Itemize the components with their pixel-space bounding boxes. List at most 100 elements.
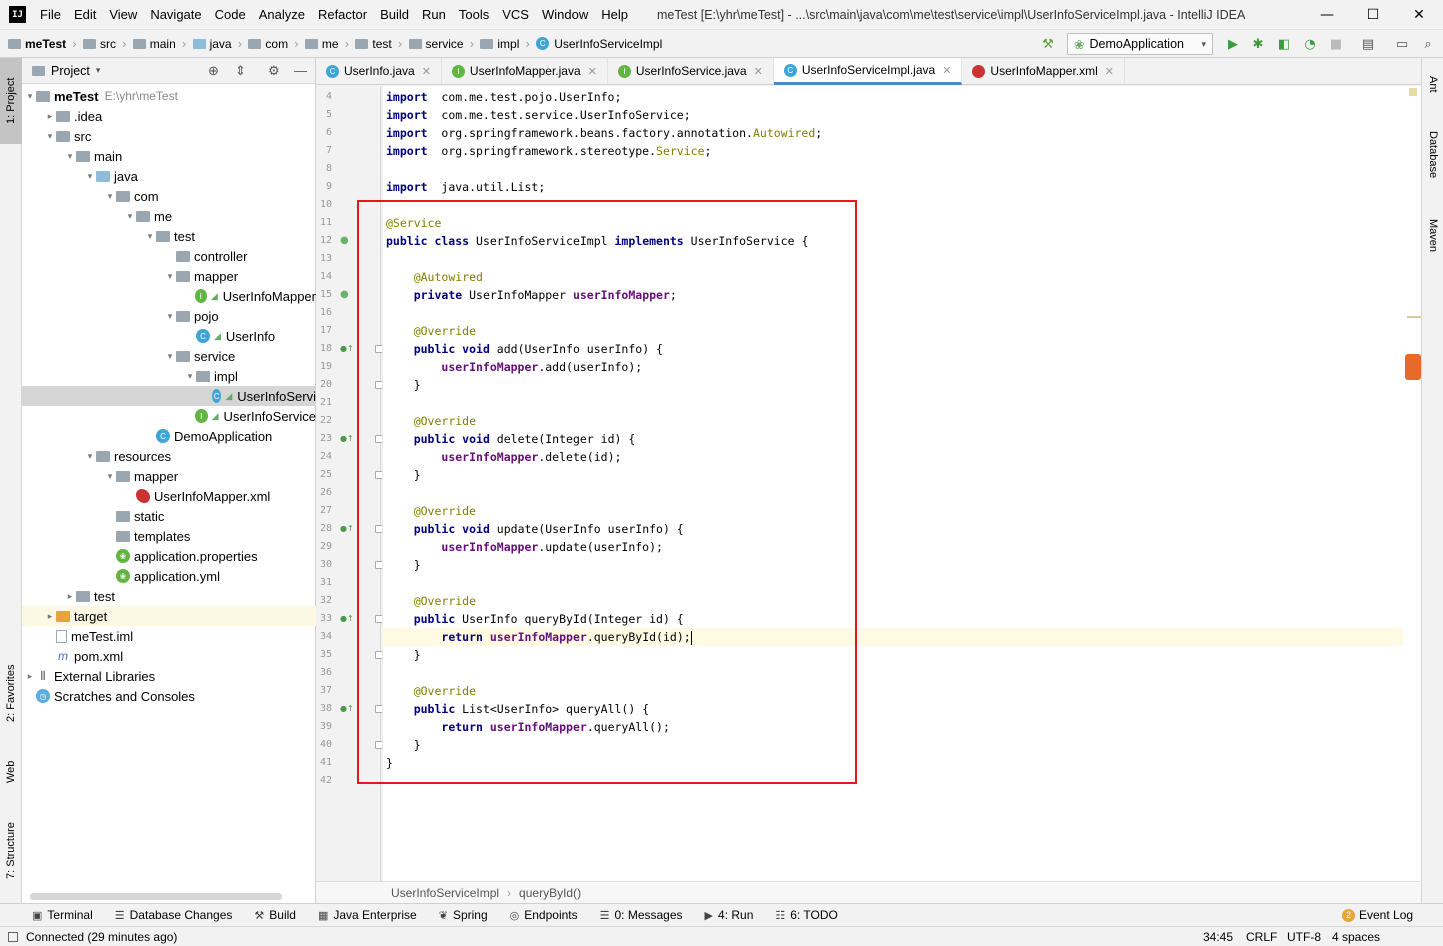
tree-item[interactable]: ▸ .idea bbox=[22, 106, 316, 126]
tool-window-6-todo[interactable]: ☷ 6: TODO bbox=[775, 908, 837, 922]
tree-item[interactable]: ▾ test bbox=[22, 226, 316, 246]
project-tool-tab[interactable]: 1: Project bbox=[0, 58, 22, 144]
editor-tab[interactable]: C UserInfo.java ✕ bbox=[316, 58, 442, 84]
expand-arrow-icon[interactable]: ▾ bbox=[164, 271, 176, 282]
tool-window-java-enterprise[interactable]: ▦ Java Enterprise bbox=[318, 908, 417, 922]
indent-setting[interactable]: 4 spaces bbox=[1332, 930, 1380, 944]
run-with-coverage-icon[interactable]: ◧ bbox=[1276, 36, 1292, 52]
menu-view[interactable]: View bbox=[109, 7, 137, 22]
tree-item[interactable]: ▾ me bbox=[22, 206, 316, 226]
build-hammer-icon[interactable]: ⚒ bbox=[1040, 36, 1056, 52]
tree-item[interactable]: static bbox=[22, 506, 316, 526]
intellij-app-icon[interactable]: IJ bbox=[9, 6, 26, 23]
tree-item[interactable]: ▾ mapper bbox=[22, 266, 316, 286]
status-toggle-icon[interactable] bbox=[8, 931, 18, 942]
tree-item[interactable]: ▾ src bbox=[22, 126, 316, 146]
breadcrumb-java[interactable]: java bbox=[192, 37, 232, 51]
menu-window[interactable]: Window bbox=[542, 7, 588, 22]
expand-arrow-icon[interactable]: ▾ bbox=[84, 451, 96, 462]
tree-item[interactable]: C ◢ UserInfoServi bbox=[22, 386, 316, 406]
menu-tools[interactable]: Tools bbox=[459, 7, 489, 22]
maximize-button[interactable]: ☐ bbox=[1350, 0, 1396, 29]
menu-run[interactable]: Run bbox=[422, 7, 446, 22]
collapse-arrow-icon[interactable]: ▸ bbox=[44, 111, 56, 122]
project-panel-title[interactable]: Project bbox=[51, 64, 90, 78]
menu-vcs[interactable]: VCS bbox=[502, 7, 529, 22]
chevron-down-icon[interactable]: ▾ bbox=[96, 65, 101, 76]
search-everywhere-icon[interactable]: ⌕ bbox=[1420, 36, 1436, 52]
hide-panel-icon[interactable]: — bbox=[294, 63, 307, 78]
tool-window-build[interactable]: ⚒ Build bbox=[254, 908, 296, 922]
implements-method-icon[interactable]: ●↑ bbox=[340, 340, 354, 358]
close-button[interactable]: ✕ bbox=[1396, 0, 1442, 29]
collapse-arrow-icon[interactable]: ▸ bbox=[64, 591, 76, 602]
tree-item[interactable]: ▸ ⫴ External Libraries bbox=[22, 666, 316, 686]
expand-arrow-icon[interactable]: ▾ bbox=[44, 131, 56, 142]
expand-arrow-icon[interactable]: ▾ bbox=[104, 471, 116, 482]
close-tab-icon[interactable]: ✕ bbox=[588, 65, 597, 78]
collapse-all-icon[interactable]: ⇕ bbox=[235, 63, 246, 79]
tree-item[interactable]: templates bbox=[22, 526, 316, 546]
menu-code[interactable]: Code bbox=[215, 7, 246, 22]
breadcrumb-com[interactable]: com bbox=[248, 37, 288, 51]
horizontal-scrollbar[interactable] bbox=[30, 893, 282, 900]
menu-build[interactable]: Build bbox=[380, 7, 409, 22]
tree-item[interactable]: I ◢ UserInfoService bbox=[22, 406, 316, 426]
breadcrumb-userinfoserviceimpl[interactable]: C UserInfoServiceImpl bbox=[536, 37, 662, 51]
implements-method-icon[interactable]: ●↑ bbox=[340, 700, 354, 718]
favorites-tool-tab[interactable]: 2: Favorites bbox=[0, 650, 22, 736]
tool-window-0-messages[interactable]: ☰ 0: Messages bbox=[600, 908, 683, 922]
tree-item[interactable]: ◷ Scratches and Consoles bbox=[22, 686, 316, 706]
breadcrumb-main[interactable]: main bbox=[132, 37, 176, 51]
expand-arrow-icon[interactable]: ▾ bbox=[104, 191, 116, 202]
expand-arrow-icon[interactable]: ▾ bbox=[24, 91, 36, 102]
tree-item[interactable]: ▾ main bbox=[22, 146, 316, 166]
tree-item[interactable]: I ◢ UserInfoMapper bbox=[22, 286, 316, 306]
project-structure-icon[interactable]: ▤ bbox=[1360, 36, 1376, 52]
expand-arrow-icon[interactable]: ▾ bbox=[164, 311, 176, 322]
tree-item[interactable]: ❀ application.yml bbox=[22, 566, 316, 586]
expand-arrow-icon[interactable]: ▾ bbox=[84, 171, 96, 182]
tree-item[interactable]: meTest.iml bbox=[22, 626, 316, 646]
breadcrumb-metest[interactable]: meTest bbox=[8, 37, 66, 51]
implements-method-icon[interactable]: ●↑ bbox=[340, 430, 354, 448]
locate-icon[interactable]: ⊕ bbox=[208, 63, 219, 79]
tree-item[interactable]: C DemoApplication bbox=[22, 426, 316, 446]
tree-item[interactable]: ▾ service bbox=[22, 346, 316, 366]
implements-method-icon[interactable]: ●↑ bbox=[340, 520, 354, 538]
web-tool-tab[interactable]: Web bbox=[0, 748, 22, 796]
close-tab-icon[interactable]: ✕ bbox=[754, 65, 763, 78]
breadcrumb-impl[interactable]: impl bbox=[480, 37, 519, 51]
tree-item[interactable]: ▾ java bbox=[22, 166, 316, 186]
tree-item[interactable]: C ◢ UserInfo bbox=[22, 326, 316, 346]
tree-item[interactable]: ▸ test bbox=[22, 586, 316, 606]
editor-tab[interactable]: C UserInfoServiceImpl.java ✕ bbox=[773, 58, 963, 85]
breadcrumb-src[interactable]: src bbox=[82, 37, 116, 51]
expand-arrow-icon[interactable]: ▾ bbox=[164, 351, 176, 362]
expand-arrow-icon[interactable]: ▾ bbox=[144, 231, 156, 242]
editor-tab[interactable]: I UserInfoMapper.java ✕ bbox=[442, 58, 608, 84]
expand-arrow-icon[interactable]: ▾ bbox=[64, 151, 76, 162]
tree-item[interactable]: ▾ pojo bbox=[22, 306, 316, 326]
profile-icon[interactable]: ◔ bbox=[1302, 36, 1318, 52]
menu-edit[interactable]: Edit bbox=[74, 7, 96, 22]
tree-item[interactable]: UserInfoMapper.xml bbox=[22, 486, 316, 506]
menu-refactor[interactable]: Refactor bbox=[318, 7, 367, 22]
editor-breadcrumb-class[interactable]: UserInfoServiceImpl bbox=[391, 886, 499, 900]
tree-item[interactable]: ▸ target bbox=[22, 606, 316, 626]
structure-tool-tab[interactable]: 7: Structure bbox=[0, 808, 22, 894]
gear-icon[interactable]: ⚙ bbox=[268, 63, 280, 79]
tree-item[interactable]: ❀ application.properties bbox=[22, 546, 316, 566]
tree-item[interactable]: controller bbox=[22, 246, 316, 266]
expand-arrow-icon[interactable]: ▾ bbox=[184, 371, 196, 382]
tree-item[interactable]: ▾ com bbox=[22, 186, 316, 206]
minimize-button[interactable]: — bbox=[1304, 0, 1350, 29]
close-tab-icon[interactable]: ✕ bbox=[1105, 65, 1114, 78]
plugin-badge-icon[interactable] bbox=[1405, 354, 1421, 380]
line-separator[interactable]: CRLF bbox=[1246, 930, 1277, 944]
tree-item[interactable]: m pom.xml bbox=[22, 646, 316, 666]
stop-icon[interactable]: ■ bbox=[1328, 36, 1344, 52]
menu-analyze[interactable]: Analyze bbox=[259, 7, 305, 22]
event-log-button[interactable]: 2 Event Log bbox=[1342, 908, 1413, 922]
editor-breadcrumb-method[interactable]: queryById() bbox=[519, 886, 581, 900]
